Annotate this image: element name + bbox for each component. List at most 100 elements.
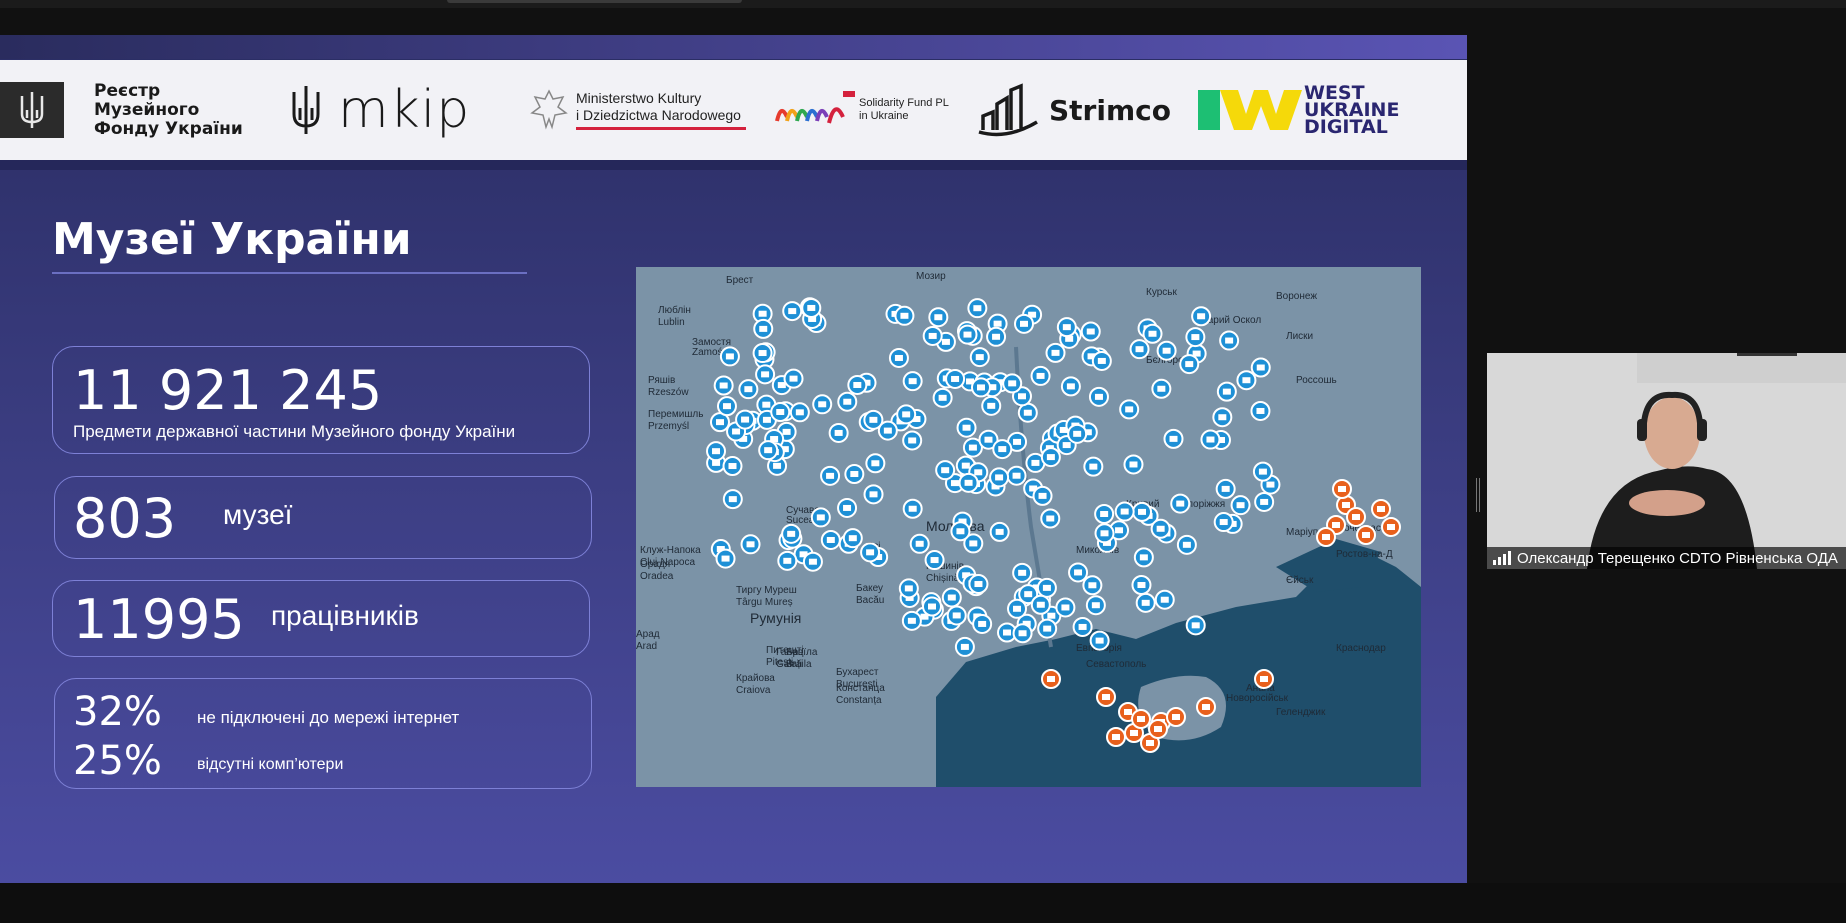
museum-map-marker[interactable] (954, 636, 975, 657)
museum-map-marker[interactable] (1179, 354, 1200, 375)
museum-map-marker[interactable] (1200, 429, 1221, 450)
museum-map-marker[interactable] (1017, 402, 1038, 423)
museum-map-marker[interactable] (896, 404, 917, 425)
museum-map-marker[interactable] (1185, 327, 1206, 348)
museum-map-marker[interactable] (1067, 423, 1088, 444)
museum-map-marker[interactable] (837, 391, 858, 412)
museum-map-marker[interactable] (755, 364, 776, 385)
museum-map-marker[interactable] (1014, 313, 1035, 334)
museum-map-marker[interactable] (924, 550, 945, 571)
museum-map-marker[interactable] (922, 325, 943, 346)
museum-map-marker[interactable] (782, 301, 803, 322)
museum-map-marker[interactable] (812, 394, 833, 415)
museum-map-marker[interactable] (981, 395, 1002, 416)
museum-map-marker[interactable] (1219, 330, 1240, 351)
museum-map-marker[interactable] (820, 465, 841, 486)
museum-map-marker[interactable] (1123, 454, 1144, 475)
museum-map-marker[interactable] (970, 377, 991, 398)
museum-map-marker[interactable] (810, 507, 831, 528)
museum-map-marker[interactable] (901, 610, 922, 631)
museum-map-marker[interactable] (888, 347, 909, 368)
museum-map-marker[interactable] (941, 587, 962, 608)
museum-map-marker[interactable] (1191, 306, 1212, 327)
museum-map-marker[interactable] (719, 346, 740, 367)
museum-map-marker[interactable] (1215, 478, 1236, 499)
museum-map-marker[interactable] (1133, 547, 1154, 568)
occupied-museum-marker[interactable] (1346, 507, 1366, 527)
museum-map-marker[interactable] (1030, 594, 1051, 615)
museum-map-marker[interactable] (1185, 615, 1206, 636)
museum-map-marker[interactable] (1094, 523, 1115, 544)
museum-map-marker[interactable] (738, 379, 759, 400)
museum-map-marker[interactable] (1119, 399, 1140, 420)
museum-map-marker[interactable] (935, 460, 956, 481)
museum-map-marker[interactable] (1091, 350, 1112, 371)
museum-map-marker[interactable] (956, 417, 977, 438)
museum-map-marker[interactable] (902, 498, 923, 519)
museum-map-marker[interactable] (1056, 317, 1077, 338)
museum-map-marker[interactable] (716, 396, 737, 417)
museum-map-marker[interactable] (865, 453, 886, 474)
museum-map-marker[interactable] (1170, 493, 1191, 514)
museum-map-marker[interactable] (722, 456, 743, 477)
museum-map-marker[interactable] (1006, 465, 1027, 486)
museum-map-marker[interactable] (752, 343, 773, 364)
museum-map-marker[interactable] (828, 422, 849, 443)
museum-map-marker[interactable] (713, 375, 734, 396)
museum-map-marker[interactable] (1002, 373, 1023, 394)
museum-map-marker[interactable] (950, 521, 971, 542)
museum-map-marker[interactable] (770, 402, 791, 422)
museum-map-marker[interactable] (1068, 562, 1089, 583)
museum-map-marker[interactable] (1176, 534, 1197, 555)
museum-map-marker[interactable] (1114, 501, 1135, 522)
museum-map-marker[interactable] (946, 605, 967, 626)
museum-map-marker[interactable] (777, 550, 798, 571)
museum-map-marker[interactable] (1089, 630, 1110, 651)
museum-map-marker[interactable] (1216, 381, 1237, 402)
occupied-museum-marker[interactable] (1166, 707, 1186, 727)
museum-map-marker[interactable] (1132, 501, 1153, 522)
museum-map-marker[interactable] (1040, 447, 1061, 468)
museum-map-marker[interactable] (715, 548, 736, 569)
museum-map-marker[interactable] (1040, 508, 1061, 529)
museum-map-marker[interactable] (1032, 485, 1053, 506)
museum-map-marker[interactable] (1080, 321, 1101, 342)
museum-map-marker[interactable] (1236, 370, 1257, 391)
museum-map-marker[interactable] (1082, 575, 1103, 596)
museum-map-marker[interactable] (1150, 518, 1171, 539)
museum-map-marker[interactable] (706, 441, 727, 462)
museum-map-marker[interactable] (1142, 323, 1163, 344)
museum-map-marker[interactable] (1036, 577, 1057, 598)
museum-map-marker[interactable] (1083, 456, 1104, 477)
occupied-museum-marker[interactable] (1041, 669, 1061, 689)
museum-map-marker[interactable] (1012, 623, 1033, 644)
museum-map-marker[interactable] (1163, 428, 1184, 449)
museum-map-marker[interactable] (1151, 378, 1172, 399)
museum-map-marker[interactable] (989, 521, 1010, 542)
museum-map-marker[interactable] (1230, 495, 1251, 516)
museum-map-marker[interactable] (842, 528, 863, 549)
museum-map-marker[interactable] (909, 533, 930, 554)
museum-map-marker[interactable] (1212, 407, 1233, 428)
museum-map-marker[interactable] (921, 596, 942, 617)
museum-map-marker[interactable] (1060, 376, 1081, 397)
occupied-museum-marker[interactable] (1254, 669, 1274, 689)
museum-map-marker[interactable] (753, 318, 774, 339)
museum-map-marker[interactable] (928, 307, 949, 328)
museum-map-marker[interactable] (992, 439, 1013, 460)
museum-map-marker[interactable] (957, 324, 978, 345)
museum-map-marker[interactable] (1030, 365, 1051, 386)
window-drag-handle[interactable] (447, 0, 742, 3)
occupied-museum-marker[interactable] (1131, 709, 1151, 729)
museum-map-marker[interactable] (837, 497, 858, 518)
museum-map-marker[interactable] (722, 489, 743, 510)
museum-map-marker[interactable] (1131, 575, 1152, 596)
museum-map-marker[interactable] (1094, 504, 1115, 525)
occupied-museum-marker[interactable] (1332, 479, 1352, 499)
museum-map-marker[interactable] (1156, 340, 1177, 361)
museum-map-marker[interactable] (967, 298, 988, 319)
museum-map-marker[interactable] (801, 297, 822, 318)
museum-map-marker[interactable] (820, 529, 841, 550)
museum-map-marker[interactable] (735, 409, 756, 430)
museum-map-marker[interactable] (847, 374, 868, 395)
